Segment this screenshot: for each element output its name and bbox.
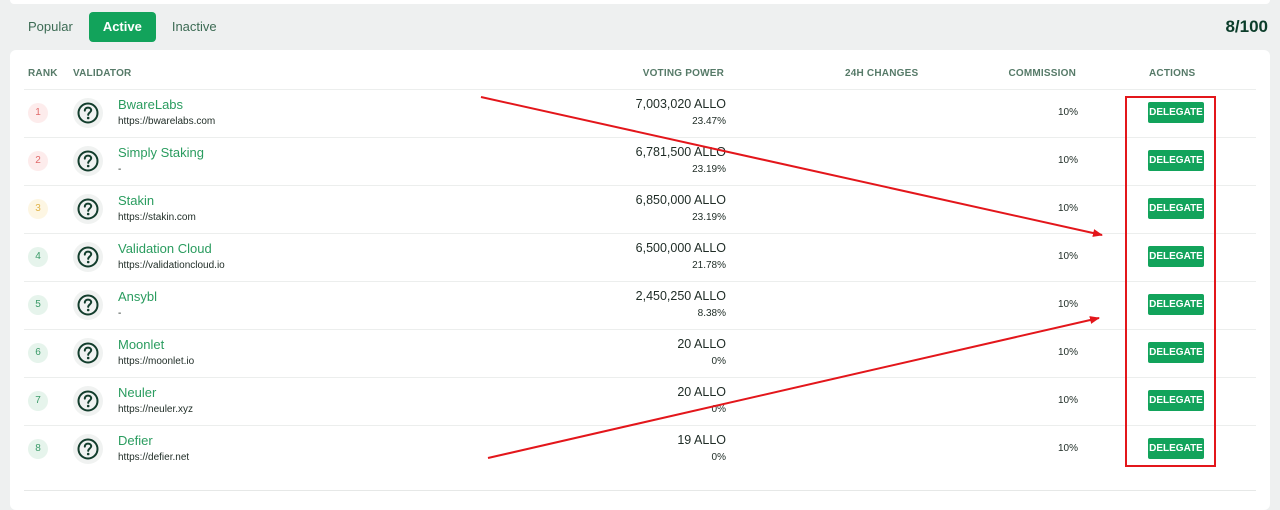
validator-website: - bbox=[118, 308, 122, 319]
validator-name-link[interactable]: Validation Cloud bbox=[118, 241, 212, 256]
validator-name-link[interactable]: Neuler bbox=[118, 385, 156, 400]
voting-power-amount: 19 ALLO bbox=[677, 433, 726, 447]
header-rank: RANK bbox=[28, 68, 58, 79]
voting-power-percent: 23.19% bbox=[692, 212, 726, 223]
commission-value: 10% bbox=[1057, 203, 1078, 214]
voting-power-amount: 2,450,250 ALLO bbox=[635, 289, 726, 303]
voting-power-amount: 6,500,000 ALLO bbox=[635, 241, 726, 255]
commission-value: 10% bbox=[1057, 347, 1078, 358]
delegate-button[interactable]: DELEGATE bbox=[1148, 294, 1204, 315]
validator-website: https://moonlet.io bbox=[118, 356, 195, 367]
validator-website: https://validationcloud.io bbox=[118, 260, 225, 271]
rank-badge: 3 bbox=[28, 199, 48, 219]
delegate-button[interactable]: DELEGATE bbox=[1148, 198, 1204, 219]
voting-power-percent: 21.78% bbox=[692, 260, 726, 271]
table-bottom-divider bbox=[24, 490, 1256, 491]
voting-power-percent: 0% bbox=[711, 356, 726, 367]
header-voting-power: VOTING POWER bbox=[642, 68, 724, 79]
delegate-button[interactable]: DELEGATE bbox=[1148, 246, 1204, 267]
validator-website: https://stakin.com bbox=[118, 212, 196, 223]
question-circle-icon bbox=[73, 338, 103, 368]
question-circle-icon bbox=[73, 386, 103, 416]
table-row: 1 BwareLabs https://bwarelabs.com 7,003,020… bbox=[24, 89, 1256, 137]
rank-badge: 8 bbox=[28, 439, 48, 459]
validator-website: https://defier.net bbox=[118, 452, 190, 463]
validator-name-link[interactable]: Defier bbox=[118, 433, 153, 448]
validator-website: - bbox=[118, 164, 122, 175]
tab-inactive[interactable]: Inactive bbox=[162, 12, 227, 42]
commission-value: 10% bbox=[1057, 395, 1078, 406]
rank-badge: 6 bbox=[28, 343, 48, 363]
validator-website: https://bwarelabs.com bbox=[118, 116, 216, 127]
voting-power-amount: 6,781,500 ALLO bbox=[635, 145, 726, 159]
tab-active[interactable]: Active bbox=[88, 12, 156, 42]
commission-value: 10% bbox=[1057, 107, 1078, 118]
delegate-button[interactable]: DELEGATE bbox=[1148, 438, 1204, 459]
rank-badge: 1 bbox=[28, 103, 48, 123]
question-circle-icon bbox=[73, 98, 103, 128]
validator-name-link[interactable]: Moonlet bbox=[118, 337, 164, 352]
commission-value: 10% bbox=[1057, 251, 1078, 262]
question-circle-icon bbox=[73, 146, 103, 176]
commission-value: 10% bbox=[1057, 443, 1078, 454]
voting-power-amount: 6,850,000 ALLO bbox=[635, 193, 726, 207]
header-validator: VALIDATOR bbox=[73, 68, 132, 79]
table-row: 6 Moonlet https://moonlet.io 20 ALLO 0% 10% DE… bbox=[24, 329, 1256, 377]
voting-power-amount: 20 ALLO bbox=[677, 337, 726, 351]
validator-name-link[interactable]: Simply Staking bbox=[118, 145, 204, 160]
header-24h-changes: 24H CHANGES bbox=[845, 68, 919, 79]
validator-name-link[interactable]: Ansybl bbox=[118, 289, 157, 304]
delegate-button[interactable]: DELEGATE bbox=[1148, 342, 1204, 363]
tab-popular[interactable]: Popular bbox=[18, 12, 83, 42]
validator-website: https://neuler.xyz bbox=[118, 404, 194, 415]
voting-power-amount: 7,003,020 ALLO bbox=[635, 97, 726, 111]
validator-filter-tabs: Popular Active Inactive bbox=[18, 12, 227, 42]
header-actions: ACTIONS bbox=[1149, 68, 1196, 79]
rank-badge: 4 bbox=[28, 247, 48, 267]
table-row: 7 Neuler https://neuler.xyz 20 ALLO 0% 10% DEL… bbox=[24, 377, 1256, 425]
validator-name-link[interactable]: BwareLabs bbox=[118, 97, 183, 112]
question-circle-icon bbox=[73, 194, 103, 224]
table-row: 4 Validation Cloud https://validationcloud… bbox=[24, 233, 1256, 281]
voting-power-percent: 0% bbox=[711, 452, 726, 463]
commission-value: 10% bbox=[1057, 299, 1078, 310]
delegate-button[interactable]: DELEGATE bbox=[1148, 390, 1204, 411]
validator-rows: 1 BwareLabs https://bwarelabs.com 7,003,020… bbox=[24, 89, 1256, 473]
table-row: 2 Simply Staking - 6,781,500 ALLO 23.19% 10% D… bbox=[24, 137, 1256, 185]
question-circle-icon bbox=[73, 290, 103, 320]
rank-badge: 5 bbox=[28, 295, 48, 315]
top-panel-edge bbox=[10, 0, 1270, 4]
table-header: RANK VALIDATOR VOTING POWER 24H CHANGES … bbox=[10, 68, 1270, 82]
validator-count: 8/100 bbox=[1225, 17, 1268, 36]
commission-value: 10% bbox=[1057, 155, 1078, 166]
table-row: 8 Defier https://defier.net 19 ALLO 0% 10% DEL… bbox=[24, 425, 1256, 473]
question-circle-icon bbox=[73, 434, 103, 464]
header-commission: COMMISSION bbox=[1008, 68, 1076, 79]
table-row: 3 Stakin https://stakin.com 6,850,000 ALLO 2… bbox=[24, 185, 1256, 233]
delegate-button[interactable]: DELEGATE bbox=[1148, 150, 1204, 171]
validator-table-card: RANK VALIDATOR VOTING POWER 24H CHANGES … bbox=[10, 50, 1270, 510]
voting-power-percent: 23.47% bbox=[692, 116, 726, 127]
voting-power-amount: 20 ALLO bbox=[677, 385, 726, 399]
validator-name-link[interactable]: Stakin bbox=[118, 193, 154, 208]
table-row: 5 Ansybl - 2,450,250 ALLO 8.38% 10% DELEGATE bbox=[24, 281, 1256, 329]
delegate-button[interactable]: DELEGATE bbox=[1148, 102, 1204, 123]
voting-power-percent: 8.38% bbox=[697, 308, 726, 319]
voting-power-percent: 23.19% bbox=[692, 164, 726, 175]
question-circle-icon bbox=[73, 242, 103, 272]
voting-power-percent: 0% bbox=[711, 404, 726, 415]
rank-badge: 2 bbox=[28, 151, 48, 171]
rank-badge: 7 bbox=[28, 391, 48, 411]
